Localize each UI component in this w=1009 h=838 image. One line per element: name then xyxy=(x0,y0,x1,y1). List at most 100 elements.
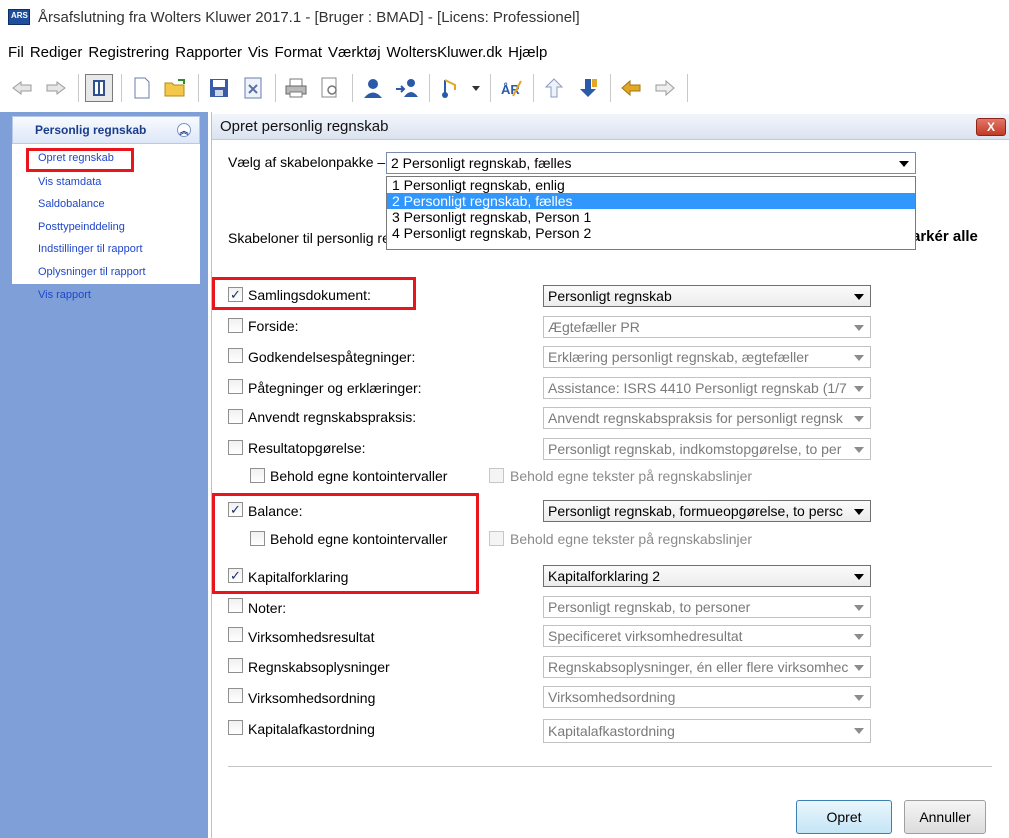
collapse-icon[interactable]: ︽ xyxy=(177,123,191,137)
highlight-box xyxy=(212,493,479,594)
templates-label: Skabeloner til personlig re xyxy=(228,230,390,246)
forward-arrow-icon[interactable] xyxy=(42,74,70,102)
chevron-down-icon[interactable] xyxy=(854,634,864,640)
back-arrow-icon[interactable] xyxy=(8,74,36,102)
resultatopgoerelse-dropdown[interactable]: Personligt regnskab, indkomstopgørelse, … xyxy=(543,438,871,460)
users-transfer-icon[interactable] xyxy=(393,74,421,102)
nav-item-posttypeinddeling[interactable]: Posttypeinddeling xyxy=(38,221,125,233)
ar-icon[interactable]: ÅR xyxy=(497,74,525,102)
nav-item-vis-rapport[interactable]: Vis rapport xyxy=(38,289,91,301)
noter-checkbox[interactable] xyxy=(228,598,243,613)
chevron-down-icon[interactable] xyxy=(854,665,864,671)
nav-item-vis-stamdata[interactable]: Vis stamdata xyxy=(38,176,101,188)
regnskabsoplysninger-dropdown[interactable]: Regnskabsoplysninger, én eller flere vir… xyxy=(543,656,871,678)
package-option[interactable]: 1 Personligt regnskab, enlig xyxy=(387,177,915,193)
menu-wolterskluwer[interactable]: WoltersKluwer.dk xyxy=(387,44,503,61)
dialog-title: Opret personlig regnskab xyxy=(220,118,389,135)
cancel-button[interactable]: Annuller xyxy=(904,800,986,834)
resultat-keep-accounts-checkbox[interactable] xyxy=(250,468,265,483)
mark-all-link[interactable]: arkér alle xyxy=(912,228,978,245)
chevron-down-icon[interactable] xyxy=(854,605,864,611)
menu-rediger[interactable]: Rediger xyxy=(30,44,83,61)
menu-rapporter[interactable]: Rapporter xyxy=(175,44,242,61)
panel-header-title: Personlig regnskab xyxy=(35,123,147,137)
chevron-down-icon[interactable] xyxy=(854,386,864,392)
kapitalforklaring-dropdown[interactable]: Kapitalforklaring 2 xyxy=(543,565,871,587)
close-document-icon[interactable] xyxy=(239,74,267,102)
resultat-keep-texts-label: Behold egne tekster på regnskabslinjer xyxy=(510,468,753,484)
kapitalafkastordning-dropdown[interactable]: Kapitalafkastordning xyxy=(543,719,871,743)
close-button[interactable]: X xyxy=(976,118,1006,136)
chevron-down-icon[interactable] xyxy=(854,447,864,453)
chevron-down-icon[interactable] xyxy=(854,355,864,361)
panel-header[interactable]: Personlig regnskab ︽ xyxy=(12,116,200,144)
panel-toggle-icon[interactable] xyxy=(85,74,113,102)
nav-item-saldobalance[interactable]: Saldobalance xyxy=(38,198,105,210)
upload-icon[interactable] xyxy=(540,74,568,102)
noter-dropdown[interactable]: Personligt regnskab, to personer xyxy=(543,596,871,618)
resultat-keep-accounts-label: Behold egne kontointervaller xyxy=(270,468,448,484)
balance-keep-texts-checkbox[interactable] xyxy=(489,531,504,546)
resultatopgoerelse-checkbox[interactable] xyxy=(228,440,243,455)
save-icon[interactable] xyxy=(205,74,233,102)
virksomhedsordning-checkbox[interactable] xyxy=(228,688,243,703)
menu-vaerktoej[interactable]: Værktøj xyxy=(328,44,381,61)
noter-value: Personligt regnskab, to personer xyxy=(548,599,751,615)
balance-dropdown[interactable]: Personligt regnskab, formueopgørelse, to… xyxy=(543,500,871,522)
download-icon[interactable] xyxy=(574,74,602,102)
chevron-down-icon[interactable] xyxy=(854,695,864,701)
chevron-down-icon[interactable] xyxy=(854,294,864,300)
menu-registrering[interactable]: Registrering xyxy=(88,44,169,61)
create-button[interactable]: Opret xyxy=(796,800,892,834)
forside-checkbox[interactable] xyxy=(228,318,243,333)
shift-left-icon[interactable] xyxy=(617,74,645,102)
resultatopgoerelse-label: Resultatopgørelse: xyxy=(248,440,366,456)
package-dropdown[interactable]: 2 Personligt regnskab, fælles xyxy=(386,152,916,174)
chevron-down-icon[interactable] xyxy=(854,416,864,422)
virksomhedsordning-dropdown[interactable]: Virksomhedsordning xyxy=(543,686,871,708)
nav-item-indstillinger-til-rapport[interactable]: Indstillinger til rapport xyxy=(38,243,143,255)
package-option[interactable]: 4 Personligt regnskab, Person 2 xyxy=(387,225,915,241)
note-icon[interactable] xyxy=(436,74,464,102)
paategninger-dropdown[interactable]: Assistance: ISRS 4410 Personligt regnska… xyxy=(543,377,871,399)
package-option[interactable]: 3 Personligt regnskab, Person 1 xyxy=(387,209,915,225)
highlight-box xyxy=(212,277,416,310)
kapitalafkastordning-checkbox[interactable] xyxy=(228,720,243,735)
menu-hjaelp[interactable]: Hjælp xyxy=(508,44,547,61)
menu-vis[interactable]: Vis xyxy=(248,44,269,61)
samlingsdokument-dropdown[interactable]: Personligt regnskab xyxy=(543,285,871,307)
virksomhedsresultat-checkbox[interactable] xyxy=(228,627,243,642)
regnskabspraksis-dropdown[interactable]: Anvendt regnskabspraksis for personligt … xyxy=(543,407,871,429)
resultat-keep-texts-checkbox[interactable] xyxy=(489,468,504,483)
regnskabsoplysninger-checkbox[interactable] xyxy=(228,658,243,673)
package-option-selected[interactable]: 2 Personligt regnskab, fælles xyxy=(387,193,915,209)
user-icon[interactable] xyxy=(359,74,387,102)
balance-value: Personligt regnskab, formueopgørelse, to… xyxy=(548,503,843,519)
kapitalafkastordning-value: Kapitalafkastordning xyxy=(548,723,675,739)
toolbar-separator xyxy=(687,74,688,102)
dialog-title-bar: Opret personlig regnskab X xyxy=(212,114,1009,140)
forside-dropdown[interactable]: Ægtefæller PR xyxy=(543,316,871,338)
regnskabsoplysninger-label: Regnskabsoplysninger xyxy=(248,659,390,675)
print-preview-icon[interactable] xyxy=(316,74,344,102)
regnskabspraksis-checkbox[interactable] xyxy=(228,409,243,424)
chevron-down-icon[interactable] xyxy=(854,509,864,515)
open-folder-icon[interactable] xyxy=(162,74,190,102)
chevron-down-icon[interactable] xyxy=(899,161,909,167)
chevron-down-icon[interactable] xyxy=(854,325,864,331)
note-dropdown-icon[interactable] xyxy=(470,74,482,102)
highlight-box xyxy=(26,148,134,172)
menu-fil[interactable]: Fil xyxy=(8,44,24,61)
chevron-down-icon[interactable] xyxy=(854,728,864,734)
new-document-icon[interactable] xyxy=(128,74,156,102)
nav-item-oplysninger-til-rapport[interactable]: Oplysninger til rapport xyxy=(38,266,146,278)
virksomhedsresultat-dropdown[interactable]: Specificeret virksomhedresultat xyxy=(543,625,871,647)
godkendelsespaategninger-checkbox[interactable] xyxy=(228,348,243,363)
noter-label: Noter: xyxy=(248,600,287,616)
print-icon[interactable] xyxy=(282,74,310,102)
menu-format[interactable]: Format xyxy=(275,44,323,61)
shift-right-icon[interactable] xyxy=(651,74,679,102)
chevron-down-icon[interactable] xyxy=(854,574,864,580)
paategninger-checkbox[interactable] xyxy=(228,379,243,394)
godkendelsespaategninger-dropdown[interactable]: Erklæring personligt regnskab, ægtefælle… xyxy=(543,346,871,368)
